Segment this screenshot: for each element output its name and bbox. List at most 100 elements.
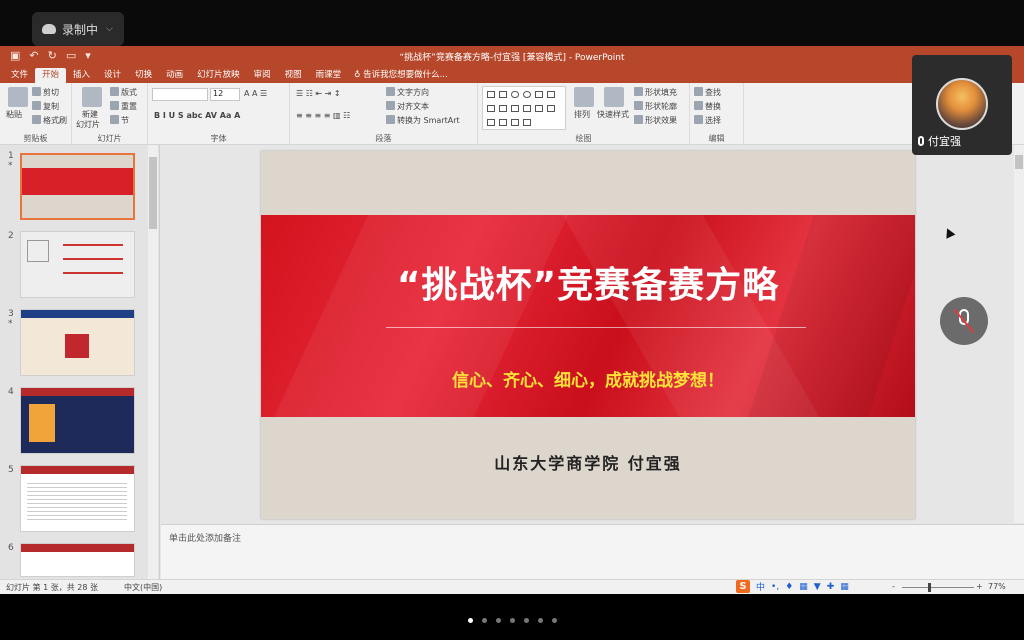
- participant-video-tile[interactable]: 付宜强: [912, 55, 1012, 155]
- page-dot[interactable]: [509, 618, 515, 623]
- page-dot[interactable]: [537, 618, 543, 623]
- slide-scrollbar[interactable]: [1014, 145, 1024, 523]
- slide-thumbnail-pane[interactable]: 1 * 2 3 * 4 5 6: [0, 145, 160, 579]
- arrow-shape-icon[interactable]: [547, 91, 555, 98]
- curve-shape-icon[interactable]: [535, 105, 543, 112]
- align-buttons[interactable]: ≡ ≡ ≡ ≡ ▥ ☷: [296, 111, 350, 120]
- language-indicator[interactable]: 中文(中国): [124, 582, 162, 593]
- current-slide[interactable]: “挑战杯”竞赛备赛方略 信心、齐心、细心，成就挑战梦想！ 山东大学商学院 付宜强: [261, 151, 915, 519]
- quick-styles-button[interactable]: 快速样式: [597, 109, 629, 120]
- font-style-buttons[interactable]: B I U S abc AV Aa A: [154, 111, 240, 120]
- slide-title[interactable]: “挑战杯”竞赛备赛方略: [261, 256, 915, 308]
- thumbnail-slide-2[interactable]: [20, 231, 135, 298]
- zoom-level[interactable]: 77%: [988, 582, 1006, 591]
- tab-view[interactable]: 视图: [278, 68, 309, 83]
- thumbnail-slide-5[interactable]: [20, 465, 135, 532]
- thumbnail-slide-6[interactable]: [20, 543, 135, 577]
- notes-placeholder[interactable]: 单击此处添加备注: [169, 531, 241, 544]
- layout-button[interactable]: 版式: [110, 87, 137, 98]
- shape-effects-button[interactable]: 形状效果: [634, 115, 677, 126]
- tab-home[interactable]: 开始: [35, 68, 67, 83]
- page-dot[interactable]: [495, 618, 501, 623]
- thumbnail-scrollbar[interactable]: [148, 145, 158, 579]
- page-dot[interactable]: [481, 618, 487, 623]
- tab-animations[interactable]: 动画: [159, 68, 190, 83]
- replace-button[interactable]: 替换: [694, 101, 721, 112]
- line-shape-icon[interactable]: [535, 91, 543, 98]
- smartart-button[interactable]: 转换为 SmartArt: [386, 115, 460, 126]
- sogou-logo-icon[interactable]: S: [736, 580, 750, 593]
- cut-button[interactable]: 剪切: [32, 87, 59, 98]
- new-slide-icon[interactable]: [82, 87, 102, 107]
- reset-button[interactable]: 重置: [110, 101, 137, 112]
- block-arrow-shape-icon[interactable]: [511, 105, 519, 112]
- page-indicator[interactable]: [0, 618, 1024, 623]
- paste-button[interactable]: 粘贴: [6, 109, 22, 120]
- skin-icon[interactable]: ▼: [814, 582, 821, 592]
- connector-shape-icon[interactable]: [499, 105, 507, 112]
- select-button[interactable]: 选择: [694, 115, 721, 126]
- slide-editing-area[interactable]: “挑战杯”竞赛备赛方略 信心、齐心、细心，成就挑战梦想！ 山东大学商学院 付宜强: [161, 145, 1024, 523]
- align-text-button[interactable]: 对齐文本: [386, 101, 429, 112]
- new-slide-label[interactable]: 幻灯片: [76, 119, 100, 130]
- tell-me-search[interactable]: ♁ 告诉我您想要做什么...: [348, 68, 454, 83]
- arrange-button[interactable]: 排列: [574, 109, 590, 120]
- zoom-in-icon[interactable]: +: [976, 582, 983, 591]
- zoom-slider[interactable]: [902, 587, 974, 588]
- format-painter-button[interactable]: 格式刷: [32, 115, 67, 126]
- keyboard-icon[interactable]: ▦: [799, 582, 808, 592]
- bracket-shape-icon[interactable]: [523, 119, 531, 126]
- scrollbar-thumb[interactable]: [149, 157, 157, 229]
- rounded-rect-shape-icon[interactable]: [511, 91, 519, 98]
- menu-grid-icon[interactable]: ▦: [840, 582, 849, 592]
- shape-gallery[interactable]: [482, 86, 566, 130]
- slide-author[interactable]: 山东大学商学院 付宜强: [261, 450, 915, 474]
- recording-indicator[interactable]: 录制中 ⌵: [32, 12, 124, 46]
- page-dot[interactable]: [467, 618, 473, 623]
- wave-shape-icon[interactable]: [511, 119, 519, 126]
- quick-styles-icon[interactable]: [604, 87, 624, 107]
- paste-icon[interactable]: [8, 87, 28, 107]
- callout-shape-icon[interactable]: [487, 119, 495, 126]
- textbox-shape-icon[interactable]: [499, 91, 507, 98]
- font-name-input[interactable]: [152, 88, 208, 101]
- zoom-slider-thumb[interactable]: [928, 583, 931, 592]
- page-dot[interactable]: [551, 618, 557, 623]
- tab-rain-classroom[interactable]: 雨课堂: [309, 68, 349, 83]
- thumbnail-slide-4[interactable]: [20, 387, 135, 454]
- tab-insert[interactable]: 插入: [66, 68, 97, 83]
- notes-pane[interactable]: 单击此处添加备注: [161, 524, 1024, 579]
- shape-outline-button[interactable]: 形状轮廓: [634, 101, 677, 112]
- list-buttons[interactable]: ☰ ☷ ⇤ ⇥ ↕: [296, 89, 341, 98]
- thumbnail-slide-1[interactable]: [20, 153, 135, 220]
- copy-button[interactable]: 复制: [32, 101, 59, 112]
- star-shape-icon[interactable]: [523, 105, 531, 112]
- ime-toolbar[interactable]: S 中 •, ♦ ▦ ▼ ✚ ▦: [736, 580, 849, 593]
- brace-shape-icon[interactable]: [547, 105, 555, 112]
- tab-slideshow[interactable]: 幻灯片放映: [190, 68, 247, 83]
- toolbox-icon[interactable]: ✚: [827, 582, 835, 592]
- tab-review[interactable]: 审阅: [247, 68, 278, 83]
- arrange-icon[interactable]: [574, 87, 594, 107]
- triangle-shape-icon[interactable]: [487, 105, 495, 112]
- page-dot[interactable]: [523, 618, 529, 623]
- shape-fill-button[interactable]: 形状填充: [634, 87, 677, 98]
- scrollbar-thumb[interactable]: [1015, 155, 1023, 169]
- zoom-out-icon[interactable]: -: [892, 582, 895, 591]
- section-button[interactable]: 节: [110, 115, 129, 126]
- find-button[interactable]: 查找: [694, 87, 721, 98]
- punctuation-icon[interactable]: •,: [771, 582, 779, 592]
- slide-subtitle[interactable]: 信心、齐心、细心，成就挑战梦想！: [261, 366, 915, 391]
- oval-shape-icon[interactable]: [523, 91, 531, 98]
- rectangle-shape-icon[interactable]: [487, 91, 495, 98]
- tab-design[interactable]: 设计: [97, 68, 128, 83]
- font-size-controls[interactable]: A A ☰: [244, 89, 267, 98]
- flowchart-shape-icon[interactable]: [499, 119, 507, 126]
- font-size-input[interactable]: 12: [210, 88, 240, 101]
- mute-button[interactable]: [940, 297, 988, 345]
- text-direction-button[interactable]: 文字方向: [386, 87, 429, 98]
- microphone-icon[interactable]: ♦: [785, 582, 793, 592]
- tab-transitions[interactable]: 切换: [128, 68, 159, 83]
- thumbnail-slide-3[interactable]: [20, 309, 135, 376]
- ime-mode[interactable]: 中: [756, 580, 765, 593]
